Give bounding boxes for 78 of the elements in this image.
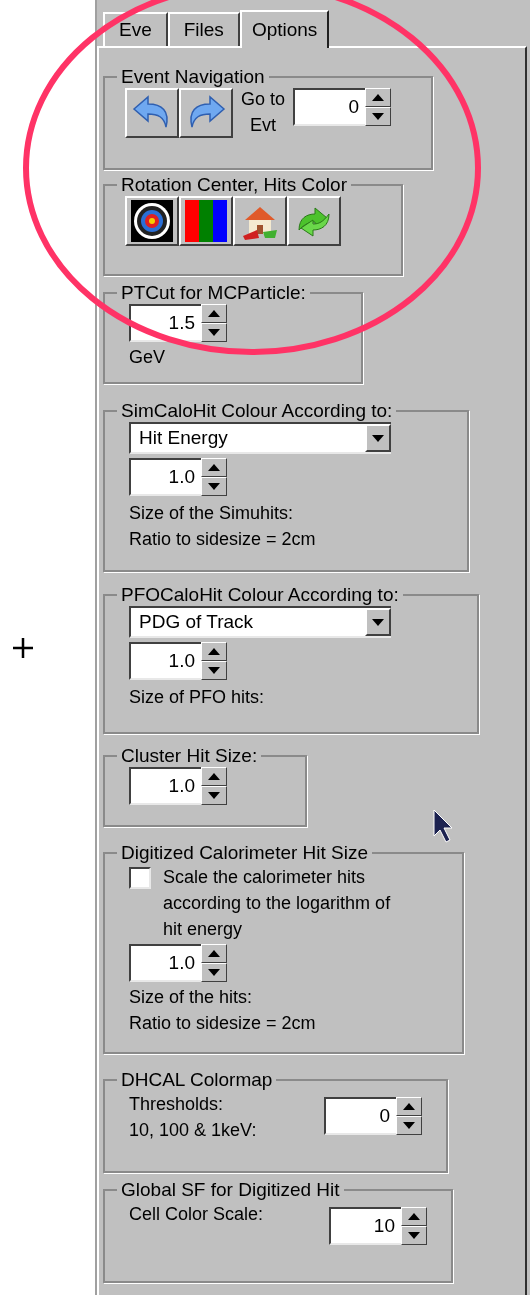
note-text: Cell Color Scale: <box>129 1203 264 1226</box>
down-arrow-icon <box>208 969 220 976</box>
up-arrow-icon <box>208 310 220 317</box>
number-field[interactable]: 10 <box>329 1207 401 1245</box>
dropdown[interactable]: Hit Energy <box>129 422 391 454</box>
spin-up-button[interactable] <box>401 1207 427 1226</box>
up-arrow-icon <box>208 648 220 655</box>
down-arrow-icon <box>208 792 220 799</box>
group-title: PTCut for MCParticle: <box>120 282 307 304</box>
note-text: Size of the Simuhits: <box>129 502 295 525</box>
note-text: GeV <box>129 346 167 369</box>
spin-up-button[interactable] <box>365 88 392 107</box>
spin-up-button[interactable] <box>201 304 227 323</box>
note-text: Size of the hits: <box>129 986 254 1009</box>
down-arrow-icon <box>208 329 220 336</box>
target-icon <box>131 200 173 242</box>
target-button[interactable] <box>125 196 179 246</box>
down-arrow-icon <box>208 667 220 674</box>
up-arrow-icon <box>208 464 220 471</box>
spin-down-button[interactable] <box>201 661 227 680</box>
spin-up-button[interactable] <box>201 767 227 786</box>
up-arrow-icon <box>208 950 220 957</box>
number-field[interactable]: 1.0 <box>129 767 201 805</box>
tab[interactable]: Files <box>167 12 240 46</box>
up-arrow-icon <box>372 94 385 101</box>
spin-down-button[interactable] <box>201 477 227 496</box>
forward-button[interactable] <box>179 88 233 138</box>
tab[interactable]: Eve <box>103 12 168 46</box>
go-to-label: Evt <box>249 114 277 137</box>
caret-icon <box>372 434 384 442</box>
up-arrow-icon <box>408 1213 420 1220</box>
group-title: Event Navigation <box>120 66 266 88</box>
note-text: Thresholds: <box>129 1093 225 1116</box>
color-button[interactable] <box>179 196 233 246</box>
up-arrow-icon <box>208 773 220 780</box>
spin-up-button[interactable] <box>396 1097 422 1116</box>
caret-icon <box>372 618 384 626</box>
number-field[interactable]: 1.0 <box>129 642 201 680</box>
group-title: Rotation Center, Hits Color <box>120 174 348 196</box>
spin-down-button[interactable] <box>365 107 392 126</box>
note-text: Size of PFO hits: <box>129 686 266 709</box>
spin-down-button[interactable] <box>201 323 227 342</box>
group-title: SimCaloHit Colour According to: <box>120 400 394 422</box>
down-arrow-icon <box>208 483 220 490</box>
number-field[interactable]: 1.0 <box>129 458 201 496</box>
down-arrow-icon <box>403 1122 415 1129</box>
refresh-button[interactable] <box>287 196 341 246</box>
spin-up-button[interactable] <box>201 642 227 661</box>
color-bars-icon <box>185 200 227 242</box>
note-text: Ratio to sidesize = 2cm <box>129 1012 317 1035</box>
down-arrow-icon <box>372 113 385 120</box>
group-title: Cluster Hit Size: <box>120 745 259 767</box>
group-title: Global SF for Digitized Hit <box>120 1179 341 1201</box>
note-text: 10, 100 & 1keV: <box>129 1119 257 1142</box>
home-button[interactable] <box>233 196 287 246</box>
down-arrow-icon <box>408 1232 420 1239</box>
spin-down-button[interactable] <box>201 786 227 805</box>
tab[interactable]: Options <box>239 10 330 48</box>
up-arrow-icon <box>403 1103 415 1110</box>
spin-down-button[interactable] <box>201 963 227 982</box>
mouse-pointer-icon <box>433 809 453 843</box>
go-to-label: Go to <box>241 88 286 111</box>
spin-down-button[interactable] <box>396 1116 422 1135</box>
number-field[interactable]: 0 <box>293 88 366 126</box>
checkbox[interactable] <box>129 867 151 889</box>
checkbox-label: Scale the calorimeter hits according to the logarithm of hit energy <box>163 866 392 941</box>
spin-down-button[interactable] <box>401 1226 427 1245</box>
group-title: DHCAL Colormap <box>120 1069 274 1091</box>
note-text: Ratio to sidesize = 2cm <box>129 528 317 551</box>
number-field[interactable]: 0 <box>324 1097 396 1135</box>
back-button[interactable] <box>125 88 179 138</box>
crosshair-icon <box>13 637 33 658</box>
spin-up-button[interactable] <box>201 944 227 963</box>
number-field[interactable]: 1.0 <box>129 944 201 982</box>
group-title: Digitized Calorimeter Hit Size <box>120 842 370 864</box>
dropdown[interactable]: PDG of Track <box>129 606 391 638</box>
group-title: PFOCaloHit Colour According to: <box>120 584 400 606</box>
spin-up-button[interactable] <box>201 458 227 477</box>
